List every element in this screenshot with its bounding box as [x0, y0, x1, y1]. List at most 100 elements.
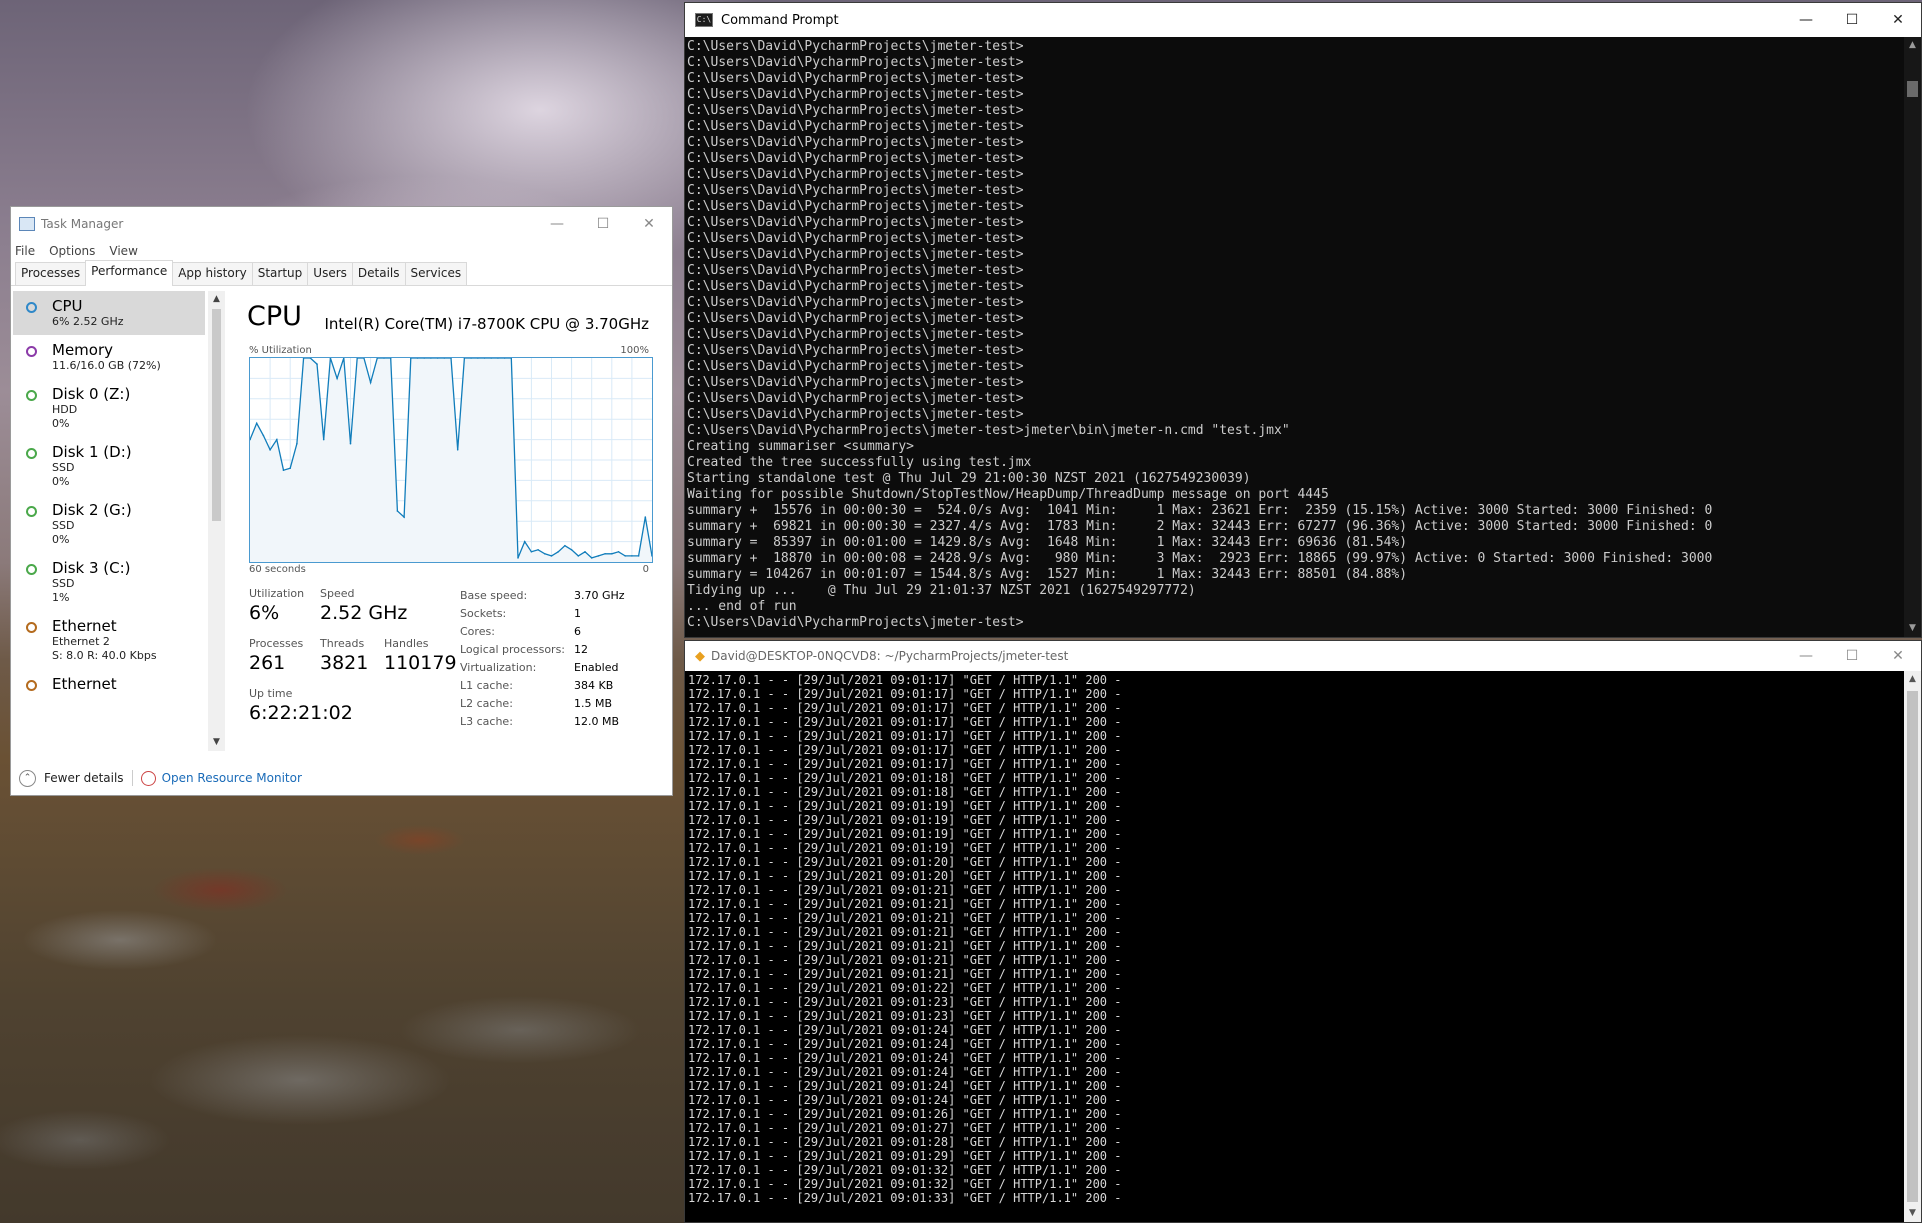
cmd-line: C:\Users\David\PycharmProjects\jmeter-te… [687, 311, 1024, 326]
sidebar-item-label: Disk 0 (Z:) [52, 385, 131, 403]
bash-scrollbar[interactable]: ▲ ▼ [1904, 671, 1921, 1222]
cpu-utilization-point [369, 381, 372, 384]
bash-log-line: 172.17.0.1 - - [29/Jul/2021 09:01:19] "G… [688, 799, 1122, 813]
processes-label: Processes [249, 637, 304, 650]
task-manager-window[interactable]: Task Manager — ☐ ✕ File Options View Pro… [10, 206, 673, 796]
cmd-scroll-thumb[interactable] [1907, 81, 1918, 97]
resource-indicator-icon [26, 346, 37, 357]
cmd-line: C:\Users\David\PycharmProjects\jmeter-te… [687, 135, 1024, 150]
speed-label: Speed [320, 587, 355, 600]
close-icon[interactable]: ✕ [1875, 641, 1921, 671]
cpu-utilization-point [644, 516, 647, 518]
open-resource-monitor-link[interactable]: Open Resource Monitor [162, 771, 302, 785]
tm-sidebar-scrollbar[interactable]: ▲ ▼ [208, 291, 225, 751]
sidebar-item-disk-1-d[interactable]: Disk 1 (D:) SSD 0% [13, 437, 205, 495]
cpu-utilization-point [276, 438, 278, 441]
cmd-titlebar[interactable]: C:\ Command Prompt — ☐ ✕ [685, 3, 1921, 37]
cpu-utilization-point [597, 555, 600, 557]
bash-log-line: 172.17.0.1 - - [29/Jul/2021 09:01:20] "G… [688, 869, 1122, 883]
sidebar-item-cpu[interactable]: CPU 6% 2.52 GHz [13, 291, 205, 335]
close-icon[interactable]: ✕ [626, 207, 672, 241]
bash-log-line: 172.17.0.1 - - [29/Jul/2021 09:01:17] "G… [688, 729, 1122, 743]
command-prompt-window[interactable]: C:\ Command Prompt — ☐ ✕ C:\Users\David\… [684, 2, 1922, 638]
cmd-line: Created the tree successfully using test… [687, 455, 1032, 470]
cpu-specs: Base speed: 3.70 GHz Sockets: 1 Cores: 6 Logic… [460, 587, 625, 731]
minimize-icon[interactable]: — [1783, 3, 1829, 37]
cpu-utilization-point [517, 557, 519, 559]
tab-startup[interactable]: Startup [251, 262, 309, 285]
maximize-icon[interactable]: ☐ [580, 207, 626, 241]
cpu-utilization-point [624, 555, 626, 557]
maximize-icon[interactable]: ☐ [1829, 3, 1875, 37]
graph-time-span-label: 60 seconds [249, 564, 306, 575]
cmd-line: Tidying up ... @ Thu Jul 29 21:01:37 NZS… [687, 583, 1196, 598]
cmd-line: C:\Users\David\PycharmProjects\jmeter-te… [687, 231, 1024, 246]
footer-divider [131, 770, 133, 786]
cmd-output[interactable]: C:\Users\David\PycharmProjects\jmeter-te… [685, 37, 1903, 637]
close-icon[interactable]: ✕ [1875, 3, 1921, 37]
chevron-up-icon[interactable]: ⌃ [19, 769, 36, 787]
spec-row: Base speed: 3.70 GHz [460, 587, 625, 605]
scroll-up-icon[interactable]: ▲ [208, 291, 225, 308]
bash-log-line: 172.17.0.1 - - [29/Jul/2021 09:01:17] "G… [688, 715, 1122, 729]
tm-sidebar-scroll-thumb[interactable] [212, 309, 221, 521]
bash-terminal-window[interactable]: ◆ David@DESKTOP-0NQCVD8: ~/PycharmProjec… [684, 640, 1922, 1223]
bash-scroll-thumb[interactable] [1907, 691, 1918, 1202]
bash-log-line: 172.17.0.1 - - [29/Jul/2021 09:01:20] "G… [688, 855, 1122, 869]
bash-output[interactable]: 172.17.0.1 - - [29/Jul/2021 09:01:17] "G… [688, 671, 1901, 1222]
sidebar-item-ethernet[interactable]: Ethernet Ethernet 2 S: 8.0 R: 40.0 Kbps [13, 611, 205, 669]
bash-log-line: 172.17.0.1 - - [29/Jul/2021 09:01:32] "G… [688, 1177, 1122, 1191]
utilization-max-label: 100% [620, 345, 649, 356]
sidebar-item-disk-0-z[interactable]: Disk 0 (Z:) HDD 0% [13, 379, 205, 437]
bash-log-line: 172.17.0.1 - - [29/Jul/2021 09:01:17] "G… [688, 743, 1122, 757]
cmd-scrollbar[interactable]: ▲ ▼ [1904, 37, 1921, 637]
maximize-icon[interactable]: ☐ [1829, 641, 1875, 671]
sidebar-item-disk-3-c[interactable]: Disk 3 (C:) SSD 1% [13, 553, 205, 611]
sidebar-item-memory[interactable]: Memory 11.6/16.0 GB (72%) [13, 335, 205, 379]
spec-row: Virtualization: Enabled [460, 659, 625, 677]
sidebar-item-disk-2-g[interactable]: Disk 2 (G:) SSD 0% [13, 495, 205, 553]
cmd-line: C:\Users\David\PycharmProjects\jmeter-te… [687, 343, 1024, 358]
bash-titlebar[interactable]: ◆ David@DESKTOP-0NQCVD8: ~/PycharmProjec… [685, 641, 1921, 671]
tab-services[interactable]: Services [404, 262, 468, 285]
cpu-utilization-point [497, 358, 499, 359]
tm-titlebar[interactable]: Task Manager — ☐ ✕ [11, 207, 672, 241]
spec-row: Cores: 6 [460, 623, 625, 641]
utilization-axis-label: % Utilization [249, 345, 312, 356]
spec-label: L1 cache: [460, 679, 513, 692]
sidebar-item-label: Disk 1 (D:) [52, 443, 132, 461]
spec-row: L3 cache: 12.0 MB [460, 713, 625, 731]
minimize-icon[interactable]: — [1783, 641, 1829, 671]
tab-processes[interactable]: Processes [15, 262, 87, 285]
menu-file[interactable]: File [15, 244, 35, 258]
bash-log-line: 172.17.0.1 - - [29/Jul/2021 09:01:17] "G… [688, 673, 1122, 687]
cmd-app-icon: C:\ [695, 13, 713, 27]
cpu-utilization-point [463, 358, 466, 359]
scroll-up-icon[interactable]: ▲ [1904, 671, 1921, 688]
cpu-utilization-point [544, 553, 546, 555]
tab-performance[interactable]: Performance [85, 260, 174, 286]
handles-label: Handles [384, 637, 429, 650]
bash-log-line: 172.17.0.1 - - [29/Jul/2021 09:01:17] "G… [688, 687, 1122, 701]
tab-details[interactable]: Details [351, 262, 406, 285]
minimize-icon[interactable]: — [534, 207, 580, 241]
scroll-up-icon[interactable]: ▲ [1904, 37, 1921, 54]
tab-app-history[interactable]: App history [172, 262, 253, 285]
resource-indicator-icon [26, 302, 37, 313]
cpu-utilization-point [410, 358, 412, 359]
bash-log-line: 172.17.0.1 - - [29/Jul/2021 09:01:18] "G… [688, 771, 1122, 785]
sidebar-item-detail: HDD [52, 403, 78, 416]
cpu-utilization-point [604, 553, 606, 555]
menu-view[interactable]: View [109, 244, 137, 258]
sidebar-item-ethernet[interactable]: Ethernet [13, 669, 205, 699]
spec-label: L3 cache: [460, 715, 513, 728]
sidebar-item-detail: 11.6/16.0 GB (72%) [52, 359, 161, 372]
scroll-down-icon[interactable]: ▼ [1904, 620, 1921, 637]
fewer-details-button[interactable]: Fewer details [44, 771, 124, 785]
spec-value: 12.0 MB [574, 715, 620, 728]
scroll-down-icon[interactable]: ▼ [208, 734, 225, 751]
tab-users[interactable]: Users [307, 262, 353, 285]
menu-options[interactable]: Options [49, 244, 95, 258]
bash-title: David@DESKTOP-0NQCVD8: ~/PycharmProjects… [711, 649, 1069, 663]
scroll-down-icon[interactable]: ▼ [1904, 1205, 1921, 1222]
